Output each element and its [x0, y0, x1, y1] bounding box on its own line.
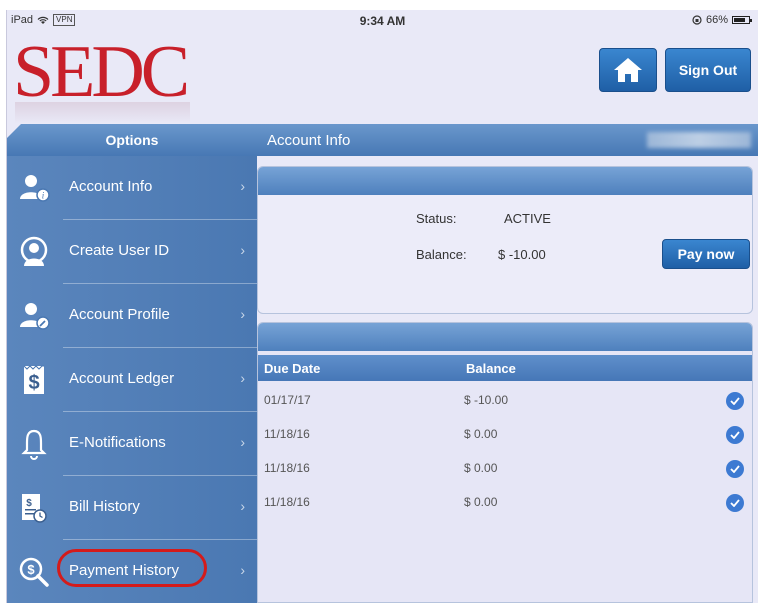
sidebar-item-label: Payment History — [69, 562, 180, 579]
sidebar-item-create-user-id[interactable]: Create User ID › — [7, 220, 257, 284]
table-row[interactable]: 01/17/17 $ -10.00 — [258, 383, 752, 417]
balance-cell: $ 0.00 — [464, 461, 498, 475]
sidebar-item-label: Create User ID — [69, 242, 170, 259]
chevron-right-icon: › — [240, 178, 245, 194]
svg-text:$: $ — [27, 562, 35, 577]
due-date-cell: 11/18/16 — [264, 495, 310, 509]
due-date-cell: 11/18/16 — [264, 427, 310, 441]
status-right: 66% — [692, 14, 752, 26]
panel-header — [258, 323, 752, 351]
sidebar-item-e-notifications[interactable]: E-Notifications › — [7, 412, 257, 476]
balance-value: $ -10.00 — [498, 247, 546, 262]
battery-icon — [732, 16, 752, 24]
status-label: Status: — [416, 211, 457, 226]
sign-out-button[interactable]: Sign Out — [665, 48, 751, 92]
orientation-lock-icon — [692, 15, 702, 25]
ipad-screen: iPad VPN 9:34 AM 66% SEDC Sign Out Optio… — [6, 10, 758, 603]
svg-text:$: $ — [26, 498, 32, 509]
table-row[interactable]: 11/18/16 $ 0.00 — [258, 417, 752, 451]
sidebar-item-payment-history[interactable]: $ Payment History › — [7, 540, 257, 603]
panel-header — [258, 167, 752, 195]
chevron-right-icon: › — [240, 306, 245, 322]
sidebar-item-label: Account Ledger — [69, 370, 175, 387]
sidebar-item-label: Account Profile — [69, 306, 170, 323]
ledger-dollar-icon: $ — [17, 364, 51, 396]
status-bar: iPad VPN 9:34 AM 66% — [7, 10, 758, 30]
sidebar-item-label: E-Notifications — [69, 434, 166, 451]
table-row[interactable]: 11/18/16 $ 0.00 — [258, 451, 752, 485]
table-row[interactable]: 11/18/16 $ 0.00 — [258, 485, 752, 519]
sidebar-item-account-info[interactable]: i Account Info › — [7, 156, 257, 220]
check-circle-icon[interactable] — [726, 460, 744, 478]
chevron-right-icon: › — [240, 242, 245, 258]
bell-icon — [17, 428, 51, 460]
chevron-right-icon: › — [240, 434, 245, 450]
check-circle-icon[interactable] — [726, 426, 744, 444]
pay-now-button[interactable]: Pay now — [662, 239, 750, 269]
account-summary-panel: Status: ACTIVE Balance: $ -10.00 Pay now — [257, 166, 753, 314]
sidebar-item-label: Bill History — [69, 498, 140, 515]
due-date-cell: 11/18/16 — [264, 461, 310, 475]
sidebar-title: Options — [105, 132, 159, 148]
balance-cell: $ 0.00 — [464, 427, 498, 441]
column-balance: Balance — [466, 361, 516, 376]
chevron-right-icon: › — [240, 370, 245, 386]
battery-percent: 66% — [705, 14, 728, 26]
chevron-right-icon: › — [240, 498, 245, 514]
dollar-search-icon: $ — [17, 556, 51, 588]
table-header: Due Date Balance — [258, 355, 752, 381]
column-due-date: Due Date — [264, 361, 321, 376]
options-sidebar: i Account Info › Create User ID › Accoun… — [7, 156, 257, 603]
balance-cell: $ 0.00 — [464, 495, 498, 509]
sidebar-item-bill-history[interactable]: $ Bill History › — [7, 476, 257, 540]
chevron-right-icon: › — [240, 562, 245, 578]
status-value: ACTIVE — [504, 211, 551, 226]
user-info-icon: i — [17, 172, 51, 204]
status-time: 9:34 AM — [359, 14, 406, 28]
user-circle-icon — [17, 236, 51, 268]
balance-cell: $ -10.00 — [464, 393, 509, 407]
check-circle-icon[interactable] — [726, 392, 744, 410]
sedc-logo: SEDC — [13, 31, 190, 113]
payment-history-panel: Due Date Balance 01/17/17 $ -10.00 11/18… — [257, 322, 753, 603]
check-circle-icon[interactable] — [726, 494, 744, 512]
sidebar-item-account-ledger[interactable]: $ Account Ledger › — [7, 348, 257, 412]
page-title: Account Info — [267, 131, 351, 149]
user-edit-icon — [17, 300, 51, 332]
sidebar-item-label: Account Info — [69, 178, 153, 195]
home-button[interactable] — [599, 48, 657, 92]
logo-reflection — [15, 102, 190, 124]
home-icon — [614, 58, 642, 82]
due-date-cell: 01/17/17 — [264, 393, 311, 407]
bill-clock-icon: $ — [17, 492, 51, 524]
balance-label: Balance: — [416, 247, 467, 262]
redacted-account-number — [647, 132, 751, 148]
sidebar-item-account-profile[interactable]: Account Profile › — [7, 284, 257, 348]
svg-text:$: $ — [28, 372, 39, 394]
